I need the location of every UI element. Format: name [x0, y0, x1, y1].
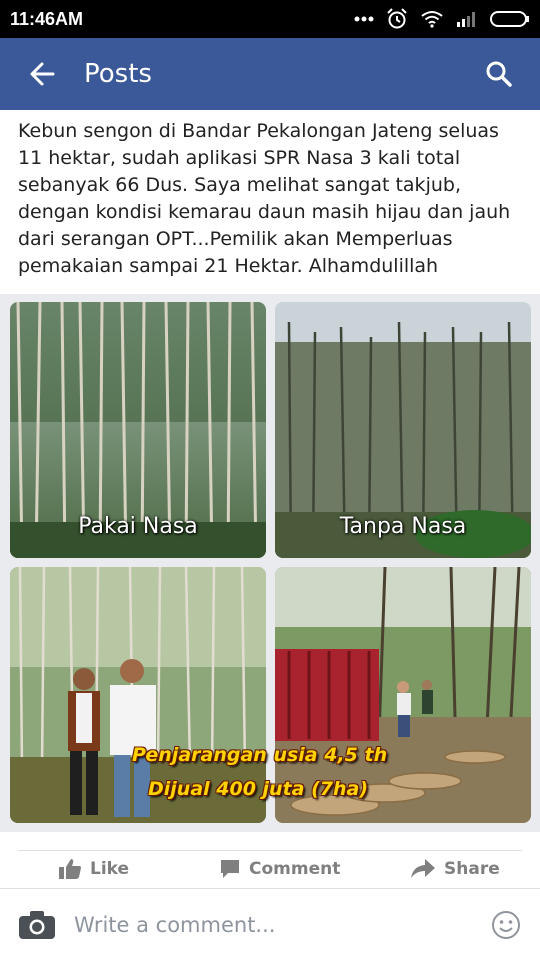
photo-caption: Pakai Nasa [78, 514, 198, 539]
search-button[interactable] [458, 38, 540, 110]
page-title: Posts [84, 59, 152, 89]
comment-input[interactable]: Write a comment... [74, 913, 472, 937]
back-button[interactable] [0, 38, 84, 110]
status-icons [354, 8, 530, 30]
comment-bubble-icon [221, 860, 239, 878]
share-label: Share [444, 859, 500, 879]
status-time: 11:46AM [10, 8, 84, 29]
photo-grid: Pakai Nasa Tanpa Nasa Penjarangan usia 4… [0, 294, 540, 832]
logging-truck-image [275, 567, 531, 823]
app-bar: Posts [0, 38, 540, 110]
smiley-icon [492, 910, 520, 939]
divider [18, 850, 522, 851]
like-label: Like [90, 859, 130, 879]
post-actions: Like Comment Share [0, 832, 540, 888]
comment-label: Comment [249, 859, 341, 879]
camera-icon [19, 910, 55, 939]
alarm-icon [387, 8, 407, 29]
comment-button[interactable]: Comment [219, 858, 340, 880]
photo-pakai-nasa[interactable]: Pakai Nasa [10, 302, 266, 558]
arrow-left-icon [30, 62, 55, 86]
battery-icon [490, 11, 529, 27]
photo-caption: Tanpa Nasa [339, 514, 467, 539]
share-arrow-icon [411, 859, 435, 878]
more-dots-icon [354, 16, 374, 22]
signal-icon [457, 12, 475, 27]
photo-tanpa-nasa[interactable]: Tanpa Nasa [275, 302, 531, 558]
status-bar: 11:46AM [0, 0, 540, 38]
wifi-icon [421, 11, 443, 28]
search-icon [486, 61, 512, 87]
photo-harvest[interactable] [275, 567, 531, 823]
comment-composer: Write a comment... [0, 888, 540, 960]
people-in-plantation-image [10, 567, 266, 823]
photo-owners[interactable] [10, 567, 266, 823]
emoji-button[interactable] [472, 910, 540, 940]
post-text: Kebun sengon di Bandar Pekalongan Jateng… [18, 120, 511, 277]
camera-button[interactable] [0, 910, 74, 940]
thumbs-up-icon [59, 859, 81, 879]
like-button[interactable]: Like [58, 858, 129, 880]
share-button[interactable]: Share [410, 858, 500, 880]
